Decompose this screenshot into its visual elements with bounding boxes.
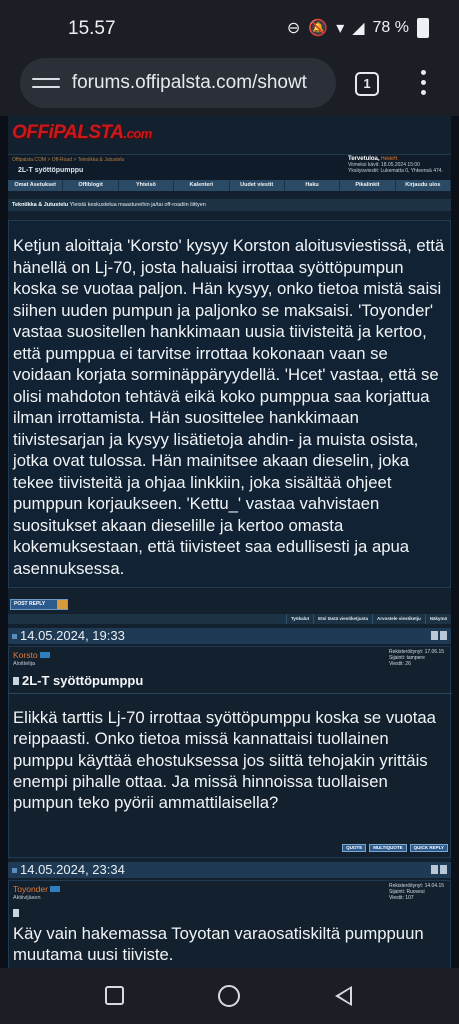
display-mode-menu[interactable]: Näkymä (424, 614, 451, 624)
back-button[interactable] (335, 986, 352, 1006)
thread-tools-bar: Työkalut Etsi tästä viestiketjusta Arvos… (8, 614, 451, 624)
post-link-icons[interactable] (431, 631, 447, 640)
post-header: 14.05.2024, 19:33 (8, 628, 451, 644)
recents-button[interactable] (105, 986, 124, 1005)
quick-reply-button[interactable]: QUICK REPLY (409, 844, 448, 852)
wifi-icon: ▾ (336, 20, 345, 37)
post-title: 2L-T syöttöpumppu (13, 673, 143, 688)
post-link-icons[interactable] (431, 865, 447, 874)
nav-haku[interactable]: Haku (285, 180, 341, 191)
home-button[interactable] (218, 985, 240, 1007)
breadcrumb[interactable]: Offipalsta.COM > Off-Road > Tekniikka & … (12, 157, 124, 163)
post-date: 14.05.2024, 23:34 (20, 862, 125, 877)
forum-container: OFFiPALSTA.com Offipalsta.COM > Off-Road… (8, 116, 452, 968)
tab-switcher-button[interactable]: 1 (355, 72, 379, 96)
battery-icon (417, 18, 429, 38)
post-author[interactable]: Toyonder (13, 884, 48, 894)
overflow-menu-icon[interactable] (421, 70, 426, 95)
online-status-icon (49, 886, 60, 892)
user-rank: Aktiivijäsen (13, 895, 41, 901)
search-thread-menu[interactable]: Etsi tästä viestiketjusta (313, 614, 372, 624)
post-status-icon (12, 868, 17, 874)
post-text: Elikkä tarttis Lj-70 irrottaa syöttöpump… (13, 708, 436, 813)
site-logo[interactable]: OFFiPALSTA.com (12, 122, 152, 144)
divider (9, 693, 452, 694)
url-text[interactable]: forums.offipalsta.com/showt (72, 72, 336, 94)
multiquote-button[interactable]: MULTIQUOTE (369, 844, 407, 852)
user-stats: Rekisteröitynyt: 17.06.15 Sijainti: tamp… (389, 649, 445, 667)
online-status-icon (39, 652, 50, 658)
signal-icon: ◢ (352, 20, 365, 37)
post-reply-button[interactable]: POST REPLY (10, 599, 68, 610)
nav-uudet-viestit[interactable]: Uudet viestit (230, 180, 285, 191)
post-date: 14.05.2024, 19:33 (20, 628, 125, 643)
post-text: Käy vain hakemassa Toyotan varaosatiskil… (13, 924, 424, 965)
nav-pikalinkit[interactable]: Pikalinkit (340, 180, 396, 191)
document-icon (13, 677, 19, 685)
forum-description: Yleistä keskustelua maasturеihin ja/tai … (69, 202, 206, 208)
nav-yhteiso[interactable]: Yhteisö (119, 180, 175, 191)
status-bar: 15.57 ⊖ 🔕 ▾ ◢ 78 % (0, 0, 459, 56)
private-messages-link[interactable]: Yksityisviestit: Lukematta 0, Yhteensä 4… (348, 168, 443, 174)
reply-icon (57, 600, 67, 609)
post: Toyonder Aktiivijäsen Rekisteröitynyt: 1… (8, 880, 451, 968)
nav-omat-asetukset[interactable]: Omat Asetukset (8, 180, 64, 191)
thread-summary: Ketjun aloittaja 'Korsto' kysyy Korston … (8, 220, 451, 588)
document-icon (13, 909, 19, 917)
post-status-icon (12, 634, 17, 640)
post: Korsto Aloittelija Rekisteröitynyt: 17.0… (8, 646, 452, 858)
thread-title-crumb: 2L-T syöttöpumppu (18, 167, 84, 174)
nav-offiblogit[interactable]: Offiblogit (63, 180, 119, 191)
web-page: OFFiPALSTA.com Offipalsta.COM > Off-Road… (0, 116, 459, 968)
post-header: 14.05.2024, 23:34 (8, 862, 451, 878)
user-stats: Rekisteröitynyt: 14.04.15 Sijainti: Ruov… (389, 883, 445, 901)
post-title (13, 905, 22, 920)
rate-thread-menu[interactable]: Arvostele viestiketju (371, 614, 425, 624)
bell-off-icon: 🔕 (308, 20, 329, 37)
main-navbar: Omat Asetukset Offiblogit Yhteisö Kalent… (8, 180, 451, 191)
summary-text: Ketjun aloittaja 'Korsto' kysyy Korston … (13, 236, 445, 578)
post-author[interactable]: Korsto (13, 650, 38, 660)
site-settings-icon[interactable] (32, 78, 60, 88)
browser-toolbar: forums.offipalsta.com/showt 1 (0, 56, 459, 116)
nav-kalenteri[interactable]: Kalenteri (174, 180, 230, 191)
quote-button[interactable]: QUOTE (342, 844, 367, 852)
forum-header: Tekniikka & Jutustelu Yleistä keskustelu… (8, 199, 451, 211)
status-icons: ⊖ 🔕 ▾ ◢ 78 % (287, 18, 429, 38)
clock: 15.57 (68, 18, 116, 39)
address-bar[interactable]: forums.offipalsta.com/showt (20, 58, 336, 108)
post-actions: QUOTE MULTIQUOTE QUICK REPLY (342, 844, 448, 852)
welcome-box: Tervetuloa, HekkiH. Viimeksi kävit: 18.0… (348, 156, 443, 174)
battery-percent: 78 % (372, 19, 409, 36)
forum-name[interactable]: Tekniikka & Jutustelu (12, 202, 68, 208)
system-nav-bar (0, 968, 459, 1024)
tools-menu[interactable]: Työkalut (286, 614, 313, 624)
user-rank: Aloittelija (13, 661, 36, 667)
nav-kirjaudu-ulos[interactable]: Kirjaudu ulos (396, 180, 451, 191)
dnd-icon: ⊖ (286, 20, 301, 37)
